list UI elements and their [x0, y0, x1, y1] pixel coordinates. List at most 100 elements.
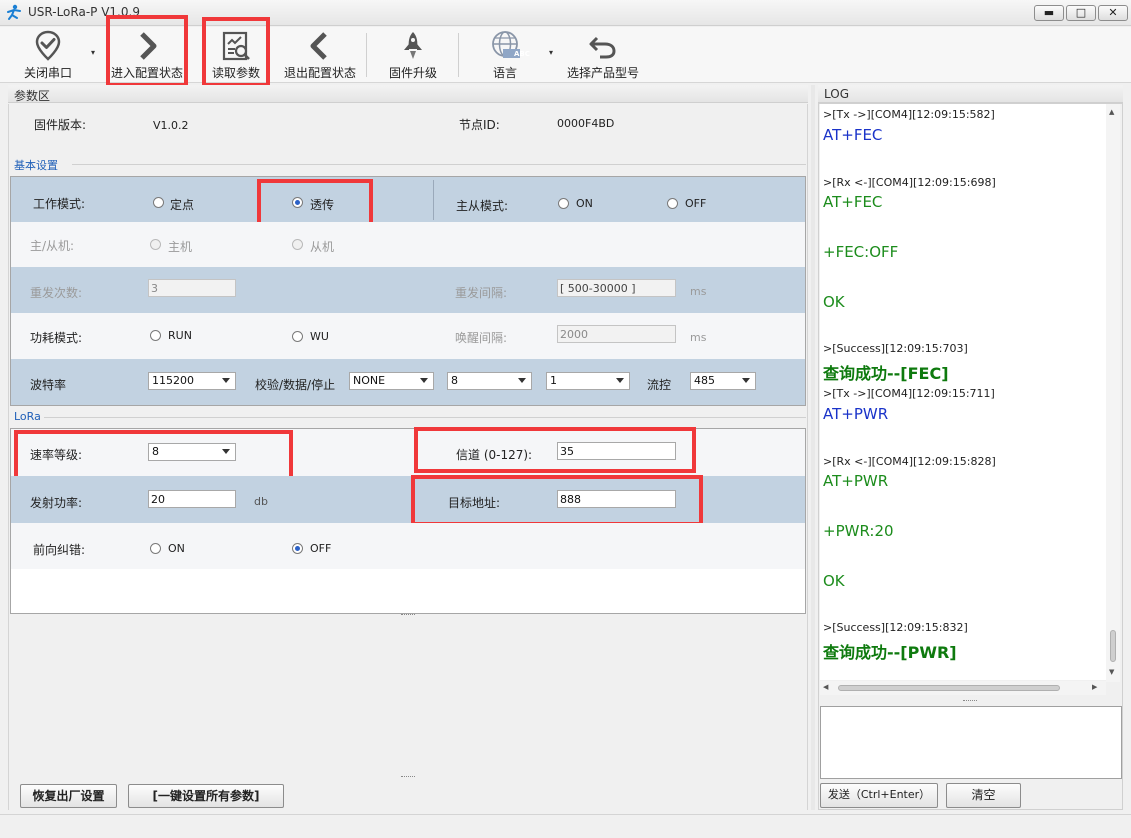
- highlight-transparent-mode: [257, 179, 373, 226]
- wake-interval-input[interactable]: [557, 325, 676, 343]
- parity-select[interactable]: NONE: [349, 372, 434, 390]
- factory-reset-button[interactable]: 恢复出厂设置: [20, 784, 117, 808]
- work-mode-fixed-label: 定点: [170, 198, 195, 212]
- close-window-button[interactable]: ✕: [1098, 5, 1128, 21]
- power-wu-radio[interactable]: [292, 331, 303, 342]
- ms-off-label: OFF: [685, 197, 707, 210]
- language-dropdown[interactable]: ▾: [549, 48, 553, 57]
- splitter-grip[interactable]: [963, 700, 977, 703]
- close-port-label: 关闭串口: [23, 66, 72, 80]
- stop-bits-select[interactable]: 1: [546, 372, 630, 390]
- chevron-down-icon: [222, 378, 230, 383]
- role-master-radio[interactable]: [150, 239, 161, 250]
- work-mode-fixed-radio[interactable]: [153, 197, 164, 208]
- data-bits-value: 8: [451, 374, 458, 387]
- splitter-grip[interactable]: [401, 614, 415, 617]
- minimize-button[interactable]: ▬: [1034, 5, 1064, 21]
- power-run-radio[interactable]: [150, 330, 161, 341]
- group-divider: [44, 417, 806, 418]
- row-fec: [11, 523, 805, 569]
- log-meta: >[Rx <-][COM4][12:09:15:698]: [823, 176, 996, 189]
- row-retry: [11, 267, 805, 313]
- highlight-read-params: [202, 17, 270, 87]
- parity-label: 校验/数据/停止: [255, 378, 336, 392]
- log-rx-line: +PWR:20: [823, 522, 894, 540]
- fec-on-label: ON: [168, 542, 185, 555]
- baud-rate-label: 波特率: [30, 378, 67, 392]
- exit-config-button[interactable]: 退出配置状态: [282, 27, 358, 83]
- log-vertical-scrollbar[interactable]: ▲ ▼: [1106, 104, 1120, 682]
- flow-control-select[interactable]: 485: [690, 372, 756, 390]
- chevron-down-icon: [616, 378, 624, 383]
- wake-interval-label: 唤醒间隔:: [455, 331, 508, 345]
- highlight-rate-level: [14, 430, 293, 481]
- highlight-channel: [414, 427, 696, 473]
- close-port-button[interactable]: 关闭串口: [12, 27, 84, 83]
- fec-off-radio[interactable]: [292, 543, 303, 554]
- log-panel-header: LOG: [818, 85, 1123, 103]
- toolbar-separator: [458, 33, 459, 77]
- language-button[interactable]: ABC 语言: [472, 27, 538, 83]
- rocket-icon: [404, 32, 422, 59]
- log-horizontal-scrollbar[interactable]: ◀ ▶: [820, 681, 1106, 695]
- retry-interval-unit: ms: [690, 285, 707, 298]
- language-badge: ABC: [514, 50, 530, 58]
- row-divider: [433, 180, 434, 220]
- node-id-value: 0000F4BD: [557, 117, 615, 130]
- ms-off-radio[interactable]: [667, 198, 678, 209]
- log-meta: >[Tx ->][COM4][12:09:15:711]: [823, 387, 995, 400]
- firmware-upgrade-button[interactable]: 固件升级: [380, 27, 446, 83]
- firmware-version-value: V1.0.2: [153, 119, 189, 132]
- scroll-down-arrow-icon[interactable]: ▼: [1109, 668, 1114, 676]
- log-meta: >[Success][12:09:15:832]: [823, 621, 968, 634]
- log-tx-line: AT+FEC: [823, 126, 883, 144]
- work-mode-label: 工作模式:: [33, 197, 86, 211]
- scrollbar-thumb[interactable]: [1110, 630, 1116, 662]
- lora-settings-title: LoRa: [14, 410, 41, 423]
- set-all-params-button[interactable]: [一键设置所有参数]: [128, 784, 284, 808]
- tx-power-input[interactable]: [148, 490, 236, 508]
- chevron-down-icon: [742, 378, 750, 383]
- send-button[interactable]: 发送（Ctrl+Enter）: [820, 783, 938, 808]
- retry-interval-input[interactable]: [557, 279, 676, 297]
- master-slave-mode-label: 主从模式:: [456, 199, 509, 213]
- scroll-right-arrow-icon[interactable]: ▶: [1092, 683, 1097, 691]
- log-meta: >[Success][12:09:15:703]: [823, 342, 968, 355]
- role-slave-radio[interactable]: [292, 239, 303, 250]
- scroll-left-arrow-icon[interactable]: ◀: [823, 683, 828, 691]
- scroll-up-arrow-icon[interactable]: ▲: [1109, 108, 1114, 116]
- data-bits-select[interactable]: 8: [447, 372, 532, 390]
- fec-label: 前向纠错:: [33, 543, 86, 557]
- firmware-version-label: 固件版本:: [34, 118, 87, 132]
- chevron-down-icon: [420, 378, 428, 383]
- basic-settings-title: 基本设置: [14, 159, 58, 172]
- fec-off-label: OFF: [310, 542, 332, 555]
- log-meta: >[Rx <-][COM4][12:09:15:828]: [823, 455, 996, 468]
- splitter-grip[interactable]: [401, 776, 415, 779]
- params-panel-header: 参数区: [8, 85, 808, 103]
- baud-rate-select[interactable]: 115200: [148, 372, 236, 390]
- scrollbar-thumb[interactable]: [838, 685, 1060, 691]
- fec-on-radio[interactable]: [150, 543, 161, 554]
- role-master-label: 主机: [168, 240, 193, 254]
- baud-rate-value: 115200: [152, 374, 194, 387]
- wake-interval-unit: ms: [690, 331, 707, 344]
- power-run-label: RUN: [168, 329, 192, 342]
- select-model-button[interactable]: 选择产品型号: [562, 27, 644, 83]
- log-tx-line: AT+PWR: [823, 405, 889, 423]
- ms-on-radio[interactable]: [558, 198, 569, 209]
- send-input[interactable]: [820, 706, 1122, 779]
- clear-button[interactable]: 清空: [946, 783, 1021, 808]
- log-rx-line: OK: [823, 293, 845, 311]
- chevron-down-icon: [518, 378, 526, 383]
- language-label: 语言: [492, 66, 517, 80]
- highlight-enter-config: [106, 15, 188, 87]
- close-port-dropdown[interactable]: ▾: [91, 48, 95, 57]
- tx-power-unit: db: [254, 495, 268, 508]
- maximize-button[interactable]: □: [1066, 5, 1096, 21]
- app-logo-icon: [7, 4, 21, 20]
- log-output[interactable]: >[Tx ->][COM4][12:09:15:582] AT+FEC >[Rx…: [820, 104, 1120, 680]
- retry-count-input[interactable]: [148, 279, 236, 297]
- group-divider: [72, 164, 806, 165]
- vertical-splitter[interactable]: [811, 85, 815, 810]
